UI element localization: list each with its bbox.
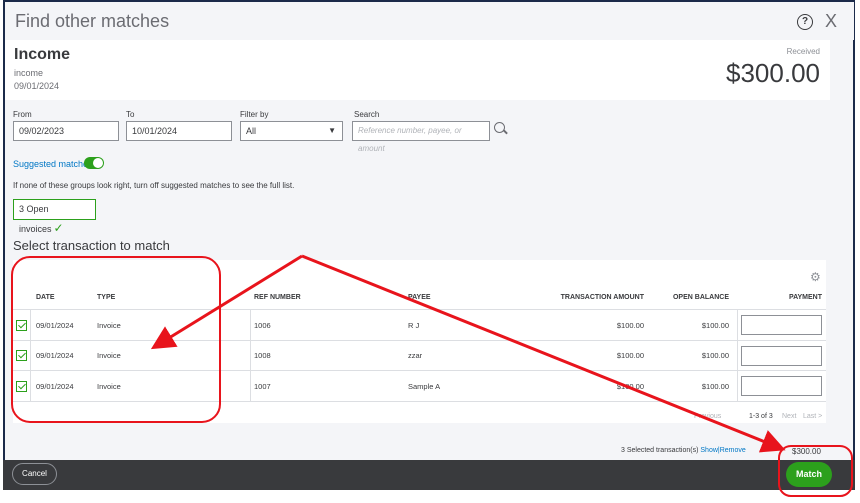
match-button[interactable]: Match xyxy=(786,462,832,487)
row-payee: R J xyxy=(408,321,420,330)
suggested-hint: If none of these groups look right, turn… xyxy=(13,181,295,190)
search-label: Search xyxy=(354,110,380,119)
pager-next[interactable]: Next xyxy=(782,413,796,420)
column-header-payment[interactable]: PAYMENT xyxy=(772,294,822,301)
chevron-down-icon: ▼ xyxy=(328,126,336,135)
dialog-footer xyxy=(3,460,855,490)
row-checkbox[interactable] xyxy=(16,381,27,392)
row-divider xyxy=(13,340,826,341)
transaction-header: Income income 09/01/2024 Received $300.0… xyxy=(5,40,830,100)
column-divider xyxy=(30,310,31,401)
filter-select[interactable]: All ▼ xyxy=(240,121,343,141)
received-label: Received xyxy=(786,47,820,56)
column-header-date[interactable]: DATE xyxy=(36,294,55,301)
row-checkbox[interactable] xyxy=(16,350,27,361)
row-type: Invoice xyxy=(97,321,121,330)
search-icon[interactable] xyxy=(494,122,505,133)
payment-input[interactable] xyxy=(741,346,822,366)
chip-label: 3 Open invoices xyxy=(19,204,52,234)
search-input[interactable]: Reference number, payee, or amount xyxy=(352,121,490,153)
dialog-title: Find other matches xyxy=(15,11,170,31)
column-header-amount[interactable]: TRANSACTION AMOUNT xyxy=(555,294,644,301)
filter-value: All xyxy=(246,126,257,136)
row-ref: 1006 xyxy=(254,321,271,330)
pager-last[interactable]: Last > xyxy=(803,413,822,420)
transaction-date: 09/01/2024 xyxy=(14,81,60,91)
to-date-input[interactable]: 10/01/2024 xyxy=(126,121,232,141)
show-link[interactable]: Show xyxy=(700,447,718,454)
transaction-account: income xyxy=(14,68,44,78)
column-header-payee[interactable]: PAYEE xyxy=(408,294,431,301)
row-amount: $100.00 xyxy=(616,351,644,360)
row-payee: Sample A xyxy=(408,382,441,391)
row-divider xyxy=(13,370,826,371)
row-amount: $100.00 xyxy=(616,382,644,391)
from-label: From xyxy=(13,110,32,119)
row-divider xyxy=(13,401,826,402)
suggested-matches-label: Suggested matches xyxy=(13,159,93,169)
open-invoices-chip[interactable]: 3 Open invoices ✓ xyxy=(13,199,96,235)
selected-total: $300.00 xyxy=(792,447,821,456)
row-date: 09/01/2024 xyxy=(36,321,74,330)
selection-summary: 3 Selected transaction(s) Show|Remove xyxy=(621,447,746,454)
pager-previous[interactable]: Previous xyxy=(694,413,721,420)
to-label: To xyxy=(126,110,135,119)
row-type: Invoice xyxy=(97,351,121,360)
gear-icon[interactable]: ⚙ xyxy=(810,270,821,284)
pager-range: 1-3 of 3 xyxy=(749,413,773,420)
dialog-titlebar: Find other matches ? X xyxy=(5,2,854,40)
row-checkbox[interactable] xyxy=(16,320,27,331)
transaction-name: Income xyxy=(14,46,71,63)
row-balance: $100.00 xyxy=(701,382,729,391)
header-divider xyxy=(13,309,826,310)
cancel-button[interactable]: Cancel xyxy=(12,463,57,485)
column-divider xyxy=(737,310,738,401)
row-balance: $100.00 xyxy=(701,351,729,360)
row-date: 09/01/2024 xyxy=(36,351,74,360)
toggle-knob xyxy=(93,158,103,168)
row-ref: 1008 xyxy=(254,351,271,360)
column-header-ref[interactable]: REF NUMBER xyxy=(254,294,301,301)
received-amount: $300.00 xyxy=(726,58,820,88)
row-amount: $100.00 xyxy=(616,321,644,330)
section-title: Select transaction to match xyxy=(13,238,170,253)
column-divider xyxy=(250,310,251,401)
help-icon[interactable]: ? xyxy=(797,14,813,30)
column-header-balance[interactable]: OPEN BALANCE xyxy=(660,294,729,301)
remove-link[interactable]: Remove xyxy=(720,447,746,454)
close-icon[interactable]: X xyxy=(825,11,837,32)
from-date-input[interactable]: 09/02/2023 xyxy=(13,121,119,141)
suggested-matches-toggle[interactable] xyxy=(84,157,104,169)
column-header-type[interactable]: TYPE xyxy=(97,294,115,301)
row-ref: 1007 xyxy=(254,382,271,391)
payment-input[interactable] xyxy=(741,376,822,396)
row-date: 09/01/2024 xyxy=(36,382,74,391)
row-payee: zzar xyxy=(408,351,423,360)
payment-input[interactable] xyxy=(741,315,822,335)
selected-count: 3 Selected transaction(s) xyxy=(621,447,699,454)
row-balance: $100.00 xyxy=(701,321,729,330)
filter-label: Filter by xyxy=(240,110,269,119)
transactions-table xyxy=(13,260,826,423)
check-icon: ✓ xyxy=(53,221,64,235)
row-type: Invoice xyxy=(97,382,121,391)
